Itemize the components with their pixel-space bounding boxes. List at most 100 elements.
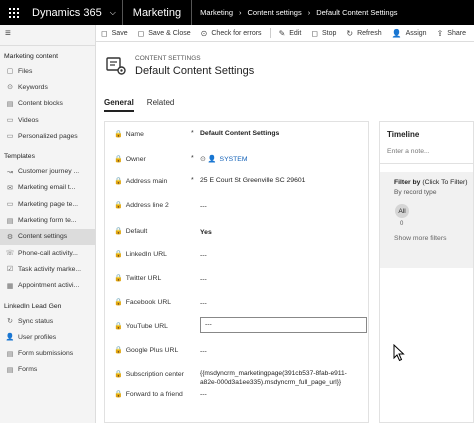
breadcrumb-item-marketing[interactable]: Marketing xyxy=(192,8,233,17)
sidebar-item-label: Content settings xyxy=(18,233,68,241)
subscription-line-2: a82e-000d3a1ee335).msdyncrm_full_page_ur… xyxy=(200,379,342,386)
default-value[interactable]: Yes xyxy=(200,229,212,236)
sidebar-item-label: Sync status xyxy=(18,317,54,325)
address-main-value[interactable]: 25 E Court St Greenville SC 29601 xyxy=(200,177,305,184)
sidebar-item-label: Marketing form te... xyxy=(18,217,77,225)
page-icon: ▭ xyxy=(6,201,14,209)
field-label-text: Default xyxy=(125,227,148,235)
sidebar-item-videos[interactable]: ▭ Videos xyxy=(0,112,95,128)
breadcrumb-item-content-settings[interactable]: Content settings xyxy=(248,8,302,17)
waffle-icon xyxy=(9,7,19,18)
breadcrumb-separator: › xyxy=(239,8,242,17)
hamburger-menu-icon[interactable]: ≡ xyxy=(0,25,95,42)
check-for-errors-button[interactable]: ⊙ Check for errors xyxy=(196,29,267,38)
sidebar-item-files[interactable]: ▢ Files xyxy=(0,63,95,79)
save-close-icon: ◻ xyxy=(137,28,145,38)
mouse-cursor-icon xyxy=(393,343,405,364)
filter-hint: (Click To Filter) xyxy=(422,179,468,186)
chevron-down-icon[interactable]: ⌵ xyxy=(106,8,122,18)
share-button[interactable]: ⇪ Share xyxy=(432,29,471,38)
save-button[interactable]: ◻ Save xyxy=(96,29,133,38)
youtube-url-input[interactable]: --- xyxy=(200,317,367,333)
sidebar-group-marketing-content: Marketing content xyxy=(4,53,59,60)
sidebar-item-phone-call-activity[interactable]: ☏ Phone-call activity... xyxy=(0,245,95,261)
sidebar-item-label: Personalized pages xyxy=(18,132,78,140)
address-line2-value[interactable]: --- xyxy=(200,203,207,210)
sidebar-item-forms[interactable]: ▤ Forms xyxy=(0,362,95,378)
sidebar-item-marketing-email-templates[interactable]: ✉ Marketing email t... xyxy=(0,180,95,196)
note-input[interactable]: Enter a note... xyxy=(380,139,473,155)
sidebar-item-task-activity[interactable]: ☑ Task activity marke... xyxy=(0,261,95,277)
sidebar-item-marketing-form-templates[interactable]: ▤ Marketing form te... xyxy=(0,212,95,228)
twitter-url-value[interactable]: --- xyxy=(200,276,207,283)
owner-lookup[interactable]: ⊙ 👤 SYSTEM xyxy=(200,155,247,163)
edit-button[interactable]: ✎ Edit xyxy=(274,29,307,38)
sidebar: ≡ Marketing content ▢ Files ⊙ Keywords ▤ Co… xyxy=(0,25,96,423)
sidebar-item-content-blocks[interactable]: ▤ Content blocks xyxy=(0,96,95,112)
tab-related[interactable]: Related xyxy=(147,98,175,112)
lock-icon: 🔒 xyxy=(114,251,123,258)
filter-heading[interactable]: Filter by (Click To Filter) xyxy=(394,179,473,186)
entity-type-label: CONTENT SETTINGS xyxy=(135,55,201,62)
command-bar: ◻ Save ◻ Save & Close ⊙ Check for errors ✎ E… xyxy=(96,25,474,42)
sync-icon: ↻ xyxy=(7,318,13,325)
app-launcher-button[interactable] xyxy=(0,0,28,25)
sidebar-item-label: Phone-call activity... xyxy=(18,249,78,257)
required-marker: * xyxy=(191,130,194,137)
filter-all-chip[interactable]: All xyxy=(395,204,409,218)
name-value[interactable]: Default Content Settings xyxy=(200,130,279,137)
stop-button[interactable]: ◻ Stop xyxy=(306,29,341,38)
required-marker: * xyxy=(191,155,194,162)
module-title[interactable]: Marketing xyxy=(123,7,191,19)
field-label-text: Subscription center xyxy=(125,370,184,378)
save-icon: ◻ xyxy=(101,28,108,38)
lock-icon: 🔒 xyxy=(114,202,123,209)
field-label-text: Google Plus URL xyxy=(125,346,179,354)
save-and-close-button[interactable]: ◻ Save & Close xyxy=(133,29,196,38)
sidebar-item-label: Appointment activi... xyxy=(18,282,80,290)
sidebar-item-customer-journey[interactable]: ↝ Customer journey ... xyxy=(0,163,95,179)
field-label: 🔒 LinkedIn URL xyxy=(114,250,167,259)
filter-by-label: Filter by xyxy=(394,179,421,186)
filter-record-type-label: By record type xyxy=(394,189,437,196)
facebook-url-value[interactable]: --- xyxy=(200,300,207,307)
video-icon: ▭ xyxy=(6,117,14,125)
forward-to-friend-value[interactable]: --- xyxy=(200,391,207,398)
linkedin-url-value[interactable]: --- xyxy=(200,252,207,259)
general-section: 🔒 Name * Default Content Settings 🔒 Owner … xyxy=(104,121,369,423)
content-settings-icon xyxy=(106,55,128,77)
sidebar-item-content-settings[interactable]: ⚙ Content settings xyxy=(0,228,95,245)
breadcrumb-separator: › xyxy=(307,8,311,17)
command-label: Edit xyxy=(289,29,302,37)
sidebar-item-appointment-activity[interactable]: ▦ Appointment activi... xyxy=(0,278,95,294)
task-icon: ☑ xyxy=(6,266,14,274)
assign-button[interactable]: 👤 Assign xyxy=(387,29,432,38)
sidebar-item-personalized-pages[interactable]: ▭ Personalized pages xyxy=(0,128,95,144)
sidebar-item-marketing-page-templates[interactable]: ▭ Marketing page te... xyxy=(0,196,95,212)
command-label: Assign xyxy=(405,29,427,37)
content-block-icon: ▤ xyxy=(6,100,14,108)
user-icon: 👤 xyxy=(5,334,15,342)
tab-general[interactable]: General xyxy=(104,98,134,112)
show-more-filters-link[interactable]: Show more filters xyxy=(394,235,473,242)
page-title: Default Content Settings xyxy=(135,65,255,77)
sidebar-item-form-submissions[interactable]: ▤ Form submissions xyxy=(0,345,95,361)
share-icon: ⇪ xyxy=(436,28,444,38)
lock-icon: 🔒 xyxy=(114,228,123,235)
sidebar-item-label: Forms xyxy=(18,366,38,374)
refresh-button[interactable]: ↻ Refresh xyxy=(341,29,386,38)
sidebar-group-templates: Templates xyxy=(4,153,35,161)
googleplus-url-value[interactable]: --- xyxy=(200,348,207,355)
app-title[interactable]: Dynamics 365 xyxy=(28,7,106,19)
subscription-center-value[interactable]: {{msdyncrm_marketingpage(391cb537-8fab-e… xyxy=(200,369,347,387)
phone-icon: ☏ xyxy=(5,250,15,258)
field-label: 🔒 Subscription center xyxy=(114,370,184,379)
sidebar-item-label: Content blocks xyxy=(18,100,63,108)
file-icon: ▢ xyxy=(6,68,14,76)
sidebar-item-user-profiles[interactable]: 👤 User profiles xyxy=(0,329,95,345)
sidebar-item-keywords[interactable]: ⊙ Keywords xyxy=(0,79,95,95)
field-label-text: Address line 2 xyxy=(125,201,169,209)
sidebar-item-label: Keywords xyxy=(18,83,48,91)
sidebar-item-label: Task activity marke... xyxy=(18,265,82,273)
sidebar-item-sync-status[interactable]: ↻ Sync status xyxy=(0,313,95,329)
